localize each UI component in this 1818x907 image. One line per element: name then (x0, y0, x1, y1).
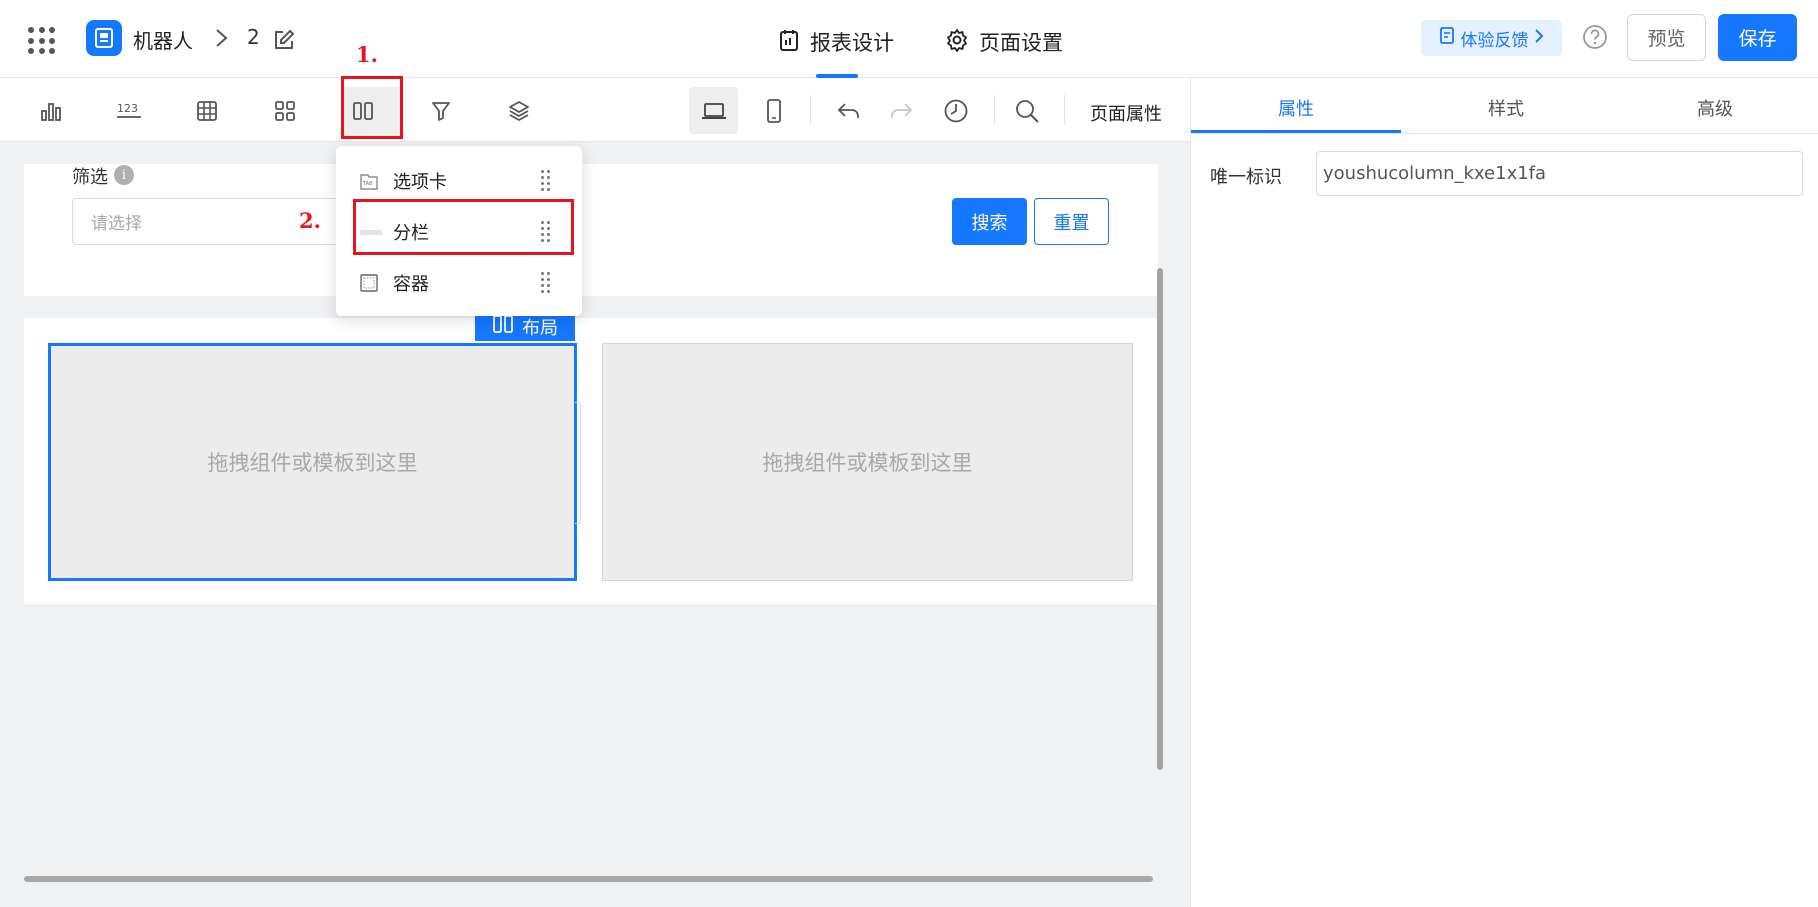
gear-icon (945, 28, 969, 57)
info-icon[interactable]: i (114, 165, 134, 185)
tab-icon: TAB (360, 172, 378, 190)
layers-icon[interactable] (502, 94, 536, 128)
chevron-right-icon (210, 26, 232, 54)
preview-button[interactable]: 预览 (1627, 14, 1706, 61)
layout-tag-label: 布局 (522, 317, 558, 339)
feedback-icon (1439, 26, 1457, 50)
tab-divider (1191, 133, 1818, 134)
tab-advanced[interactable]: 高级 (1697, 95, 1733, 121)
redo-icon[interactable] (884, 94, 918, 128)
tab-report-design-label: 报表设计 (810, 31, 894, 55)
filter-label: 筛选 (72, 167, 108, 188)
reset-button[interactable]: 重置 (1034, 198, 1109, 245)
help-icon[interactable] (1582, 24, 1608, 54)
unique-id-label: 唯一标识 (1210, 167, 1282, 188)
app-name[interactable]: 机器人 (133, 25, 193, 54)
layout-columns-icon (492, 314, 514, 339)
mobile-icon[interactable] (757, 94, 791, 128)
svg-text:123: 123 (117, 102, 138, 115)
widgets-icon[interactable] (268, 94, 302, 128)
drag-handle-icon[interactable] (541, 272, 551, 294)
tab-page-settings-label: 页面设置 (979, 31, 1063, 55)
active-tab-indicator (1191, 130, 1401, 133)
drop-hint-left: 拖拽组件或模板到这里 (207, 451, 418, 475)
tab-report-design[interactable]: 报表设计 (778, 27, 894, 57)
drop-hint-right: 拖拽组件或模板到这里 (762, 451, 973, 475)
feedback-button[interactable]: 体验反馈 (1421, 20, 1562, 56)
app-menu-icon[interactable] (28, 27, 56, 55)
tab-properties[interactable]: 属性 (1278, 95, 1314, 121)
tab-style[interactable]: 样式 (1488, 95, 1524, 121)
filter-select-placeholder: 请选择 (91, 214, 142, 234)
tab-page-settings[interactable]: 页面设置 (945, 27, 1063, 57)
properties-panel (1190, 78, 1818, 907)
toolbar-divider (994, 95, 995, 125)
edit-icon[interactable] (272, 28, 296, 56)
chevron-right-icon (1533, 28, 1545, 49)
search-icon[interactable] (1010, 94, 1044, 128)
search-button[interactable]: 搜索 (952, 198, 1027, 245)
tab-icon-text: TAB (362, 181, 373, 187)
drag-handle-icon[interactable] (541, 170, 551, 192)
report-design-icon (778, 28, 800, 57)
page-properties-button[interactable]: 页面属性 (1090, 100, 1162, 126)
annotation-box-2 (353, 199, 574, 255)
toolbar-divider (1064, 95, 1065, 125)
annotation-step-1: 1. (356, 42, 378, 67)
feedback-label: 体验反馈 (1460, 30, 1529, 51)
annotation-step-2: 2. (299, 208, 321, 233)
column-drop-zone-left[interactable]: 拖拽组件或模板到这里 (48, 343, 577, 581)
desktop-icon[interactable] (697, 94, 731, 128)
horizontal-scrollbar[interactable] (24, 876, 1153, 882)
table-icon[interactable] (190, 94, 224, 128)
dropdown-item-container[interactable]: 容器 (336, 258, 582, 308)
history-icon[interactable] (939, 94, 973, 128)
dropdown-item-label: 容器 (393, 274, 429, 295)
container-icon (360, 274, 378, 292)
layout-tag[interactable]: 布局 (475, 312, 575, 341)
number-icon[interactable]: 123 (112, 94, 146, 128)
annotation-box-1 (341, 76, 403, 139)
app-logo-icon (86, 20, 122, 56)
chart-icon[interactable] (34, 94, 68, 128)
vertical-scrollbar[interactable] (1157, 268, 1163, 770)
toolbar-divider (810, 95, 811, 125)
unique-id-input[interactable] (1316, 151, 1803, 196)
dropdown-item-label: 选项卡 (393, 172, 447, 193)
column-resize-handle[interactable] (575, 402, 581, 524)
save-button[interactable]: 保存 (1718, 14, 1797, 61)
filter-icon[interactable] (424, 94, 458, 128)
report-name: 2 (247, 25, 260, 49)
column-drop-zone-right[interactable]: 拖拽组件或模板到这里 (602, 343, 1133, 581)
undo-icon[interactable] (832, 94, 866, 128)
